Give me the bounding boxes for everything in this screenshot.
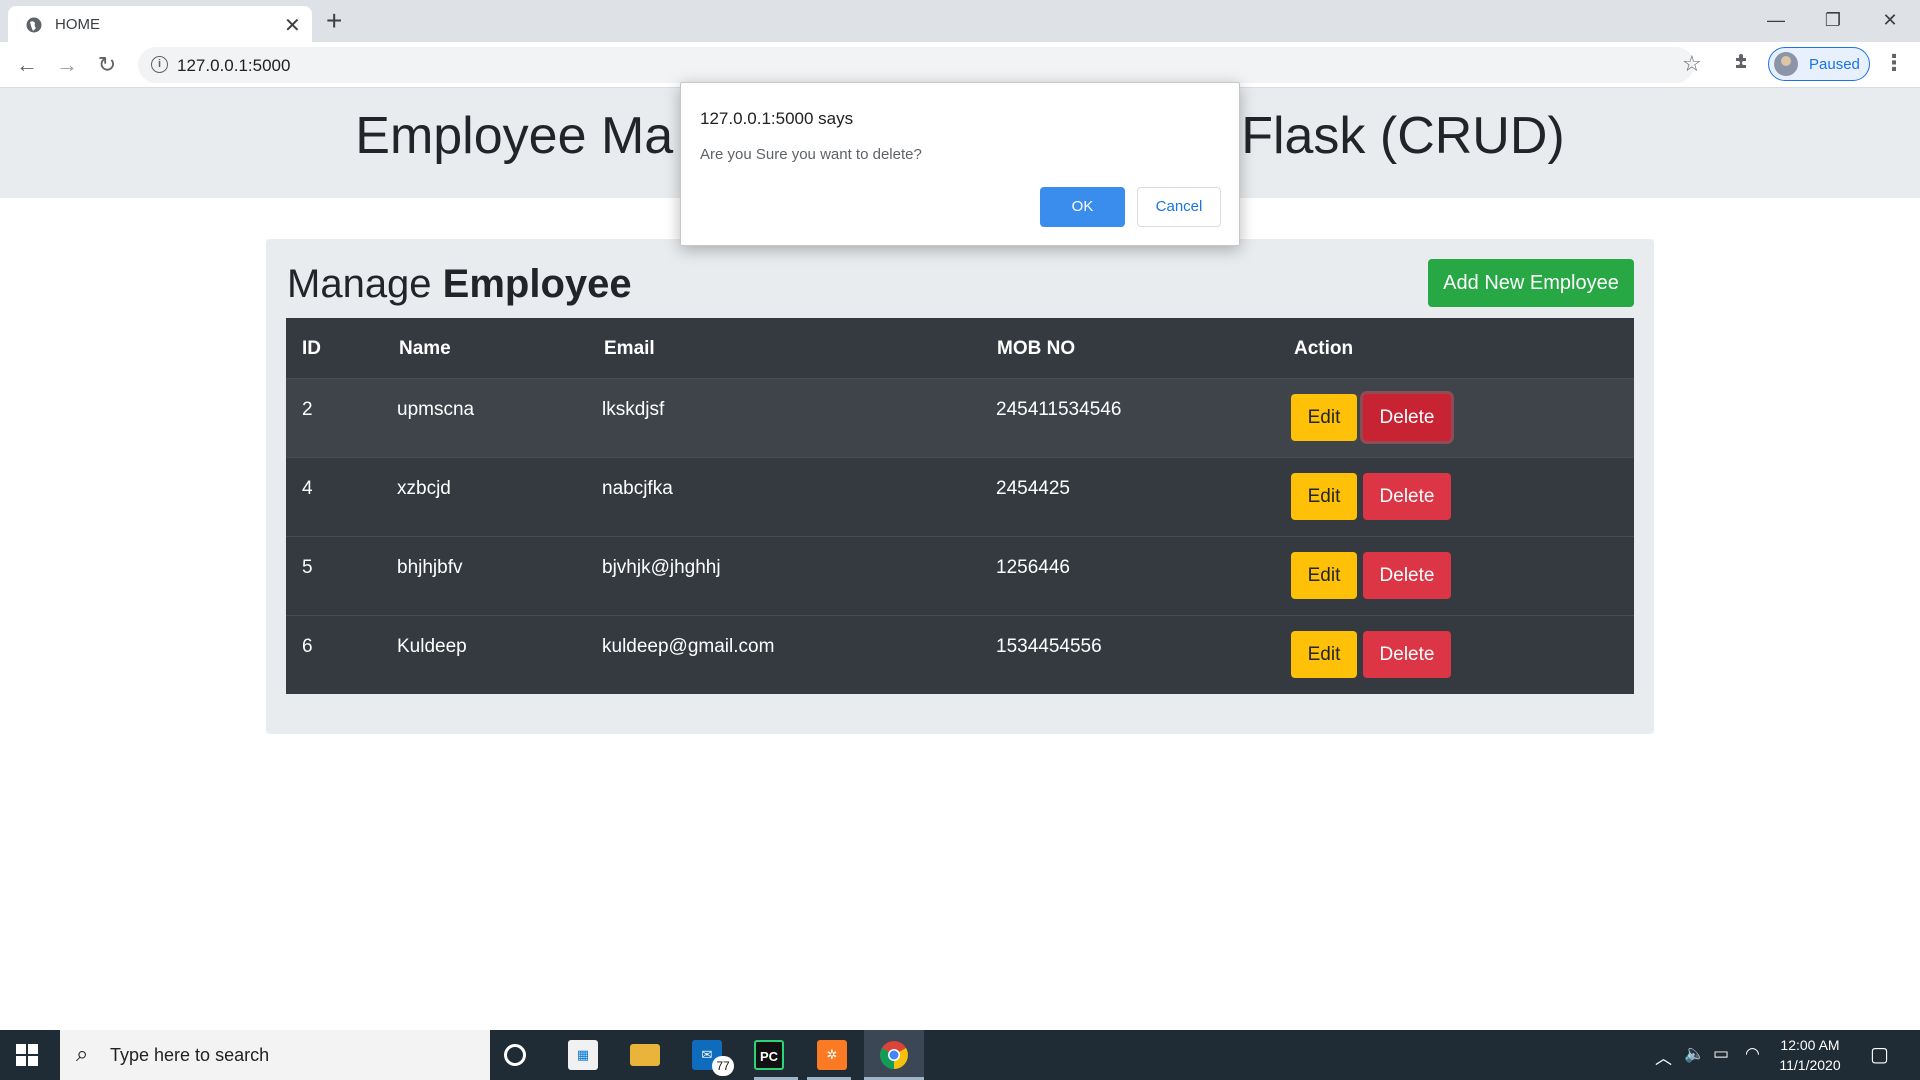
cell-mob: 1256446 <box>996 557 1070 578</box>
edit-button[interactable]: Edit <box>1291 394 1357 441</box>
delete-button[interactable]: Delete <box>1363 552 1451 599</box>
search-icon: ⌕ <box>76 1041 89 1066</box>
wifi-icon[interactable]: ◠ <box>1745 1044 1760 1064</box>
edit-button[interactable]: Edit <box>1291 473 1357 520</box>
clock[interactable]: 12:00 AM 11/1/2020 <box>1775 1035 1845 1075</box>
header-email: Email <box>604 338 655 359</box>
battery-icon[interactable]: ▭ <box>1713 1044 1729 1064</box>
dialog-title: 127.0.0.1:5000 says <box>700 109 854 128</box>
cell-mob: 1534454556 <box>996 636 1102 657</box>
chrome-icon[interactable] <box>879 1040 909 1070</box>
header-action: Action <box>1294 338 1354 359</box>
delete-button[interactable]: Delete <box>1363 631 1451 678</box>
pycharm-icon[interactable]: PC <box>754 1040 784 1070</box>
browser-tab[interactable]: HOME ✕ <box>8 6 312 42</box>
confirm-dialog: 127.0.0.1:5000 says Are you Sure you wan… <box>680 82 1240 246</box>
browser-tab-bar: HOME ✕ + — ❐ ✕ <box>0 0 1920 42</box>
cell-name: Kuldeep <box>397 636 467 657</box>
delete-button[interactable]: Delete <box>1363 394 1451 441</box>
table-row: 6 Kuldeep kuldeep@gmail.com 1534454556 E… <box>286 615 1634 694</box>
add-new-employee-button[interactable]: Add New Employee <box>1428 259 1634 307</box>
mail-badge: 77 <box>712 1056 734 1076</box>
header-name: Name <box>399 338 451 359</box>
cortana-icon[interactable] <box>504 1044 526 1066</box>
store-icon[interactable]: ▦ <box>568 1040 598 1070</box>
clock-time: 12:00 AM <box>1780 1037 1840 1053</box>
extensions-puzzle-icon[interactable] <box>1733 51 1753 71</box>
page-title-right: Flask (CRUD) <box>1241 107 1565 165</box>
cell-mob: 245411534546 <box>996 399 1122 420</box>
employee-table: ID Name Email MOB NO Action 2 upmscna lk… <box>286 318 1634 694</box>
cancel-button[interactable]: Cancel <box>1137 187 1221 227</box>
cell-name: bhjhjbfv <box>397 557 463 578</box>
url-text: 127.0.0.1:5000 <box>177 56 291 75</box>
heading-bold: Employee <box>442 262 632 306</box>
back-icon[interactable]: ← <box>11 49 43 81</box>
page-title-left: Employee Ma <box>355 107 674 165</box>
restore-icon[interactable]: ❐ <box>1805 4 1861 36</box>
ok-button[interactable]: OK <box>1040 187 1125 227</box>
header-mob: MOB NO <box>997 338 1076 359</box>
globe-icon <box>26 17 42 33</box>
new-tab-icon[interactable]: + <box>326 5 342 37</box>
cell-id: 2 <box>302 399 313 420</box>
profile-button[interactable]: Paused <box>1768 47 1870 81</box>
volume-icon[interactable]: 🔈 <box>1684 1044 1705 1064</box>
notification-icon[interactable]: ▢ <box>1870 1042 1889 1067</box>
info-icon[interactable]: i <box>151 56 168 73</box>
manage-employee-heading: Manage Employee <box>287 262 632 307</box>
table-row: 4 xzbcjd nabcjfka 2454425 Edit Delete <box>286 457 1634 536</box>
cell-id: 4 <box>302 478 313 499</box>
cell-id: 6 <box>302 636 313 657</box>
avatar <box>1774 52 1798 76</box>
reload-icon[interactable]: ↻ <box>91 49 123 81</box>
taskbar-search-box[interactable]: ⌕ Type here to search <box>60 1030 490 1080</box>
cell-email: lkskdjsf <box>602 399 665 420</box>
cell-email: bjvhjk@jhghhj <box>602 557 721 578</box>
address-bar[interactable]: i 127.0.0.1:5000 <box>138 47 1694 83</box>
delete-button[interactable]: Delete <box>1363 473 1451 520</box>
taskbar: ⌕ Type here to search ▦ ✉ 77 PC ✲ ︿ 🔈 ▭ … <box>0 1030 1920 1080</box>
cell-email: kuldeep@gmail.com <box>602 636 775 657</box>
window-close-icon[interactable]: ✕ <box>1862 4 1918 36</box>
tray-chevron-icon[interactable]: ︿ <box>1655 1044 1672 1069</box>
browser-menu-icon[interactable]: ⋮ <box>1883 50 1905 76</box>
profile-status-label: Paused <box>1809 56 1860 73</box>
xampp-icon[interactable]: ✲ <box>817 1040 847 1070</box>
file-explorer-icon[interactable] <box>630 1044 660 1066</box>
header-id: ID <box>302 338 321 359</box>
manage-employee-card: Manage Employee Add New Employee ID Name… <box>266 239 1654 734</box>
edit-button[interactable]: Edit <box>1291 552 1357 599</box>
tab-close-icon[interactable]: ✕ <box>284 13 301 38</box>
bookmark-star-icon[interactable]: ☆ <box>1682 51 1702 77</box>
search-placeholder: Type here to search <box>110 1045 270 1065</box>
minimize-icon[interactable]: — <box>1748 4 1804 36</box>
edit-button[interactable]: Edit <box>1291 631 1357 678</box>
heading-prefix: Manage <box>287 262 443 306</box>
cell-name: upmscna <box>397 399 475 420</box>
forward-icon[interactable]: → <box>51 49 83 81</box>
clock-date: 11/1/2020 <box>1779 1057 1841 1073</box>
table-row: 5 bhjhjbfv bjvhjk@jhghhj 1256446 Edit De… <box>286 536 1634 615</box>
table-row: 2 upmscna lkskdjsf 245411534546 Edit Del… <box>286 378 1634 457</box>
cell-mob: 2454425 <box>996 478 1070 499</box>
cell-id: 5 <box>302 557 313 578</box>
dialog-message: Are you Sure you want to delete? <box>700 146 922 163</box>
cell-name: xzbcjd <box>397 478 451 499</box>
windows-start-icon[interactable] <box>16 1044 38 1066</box>
tab-title: HOME <box>55 16 100 33</box>
cell-email: nabcjfka <box>602 478 673 499</box>
